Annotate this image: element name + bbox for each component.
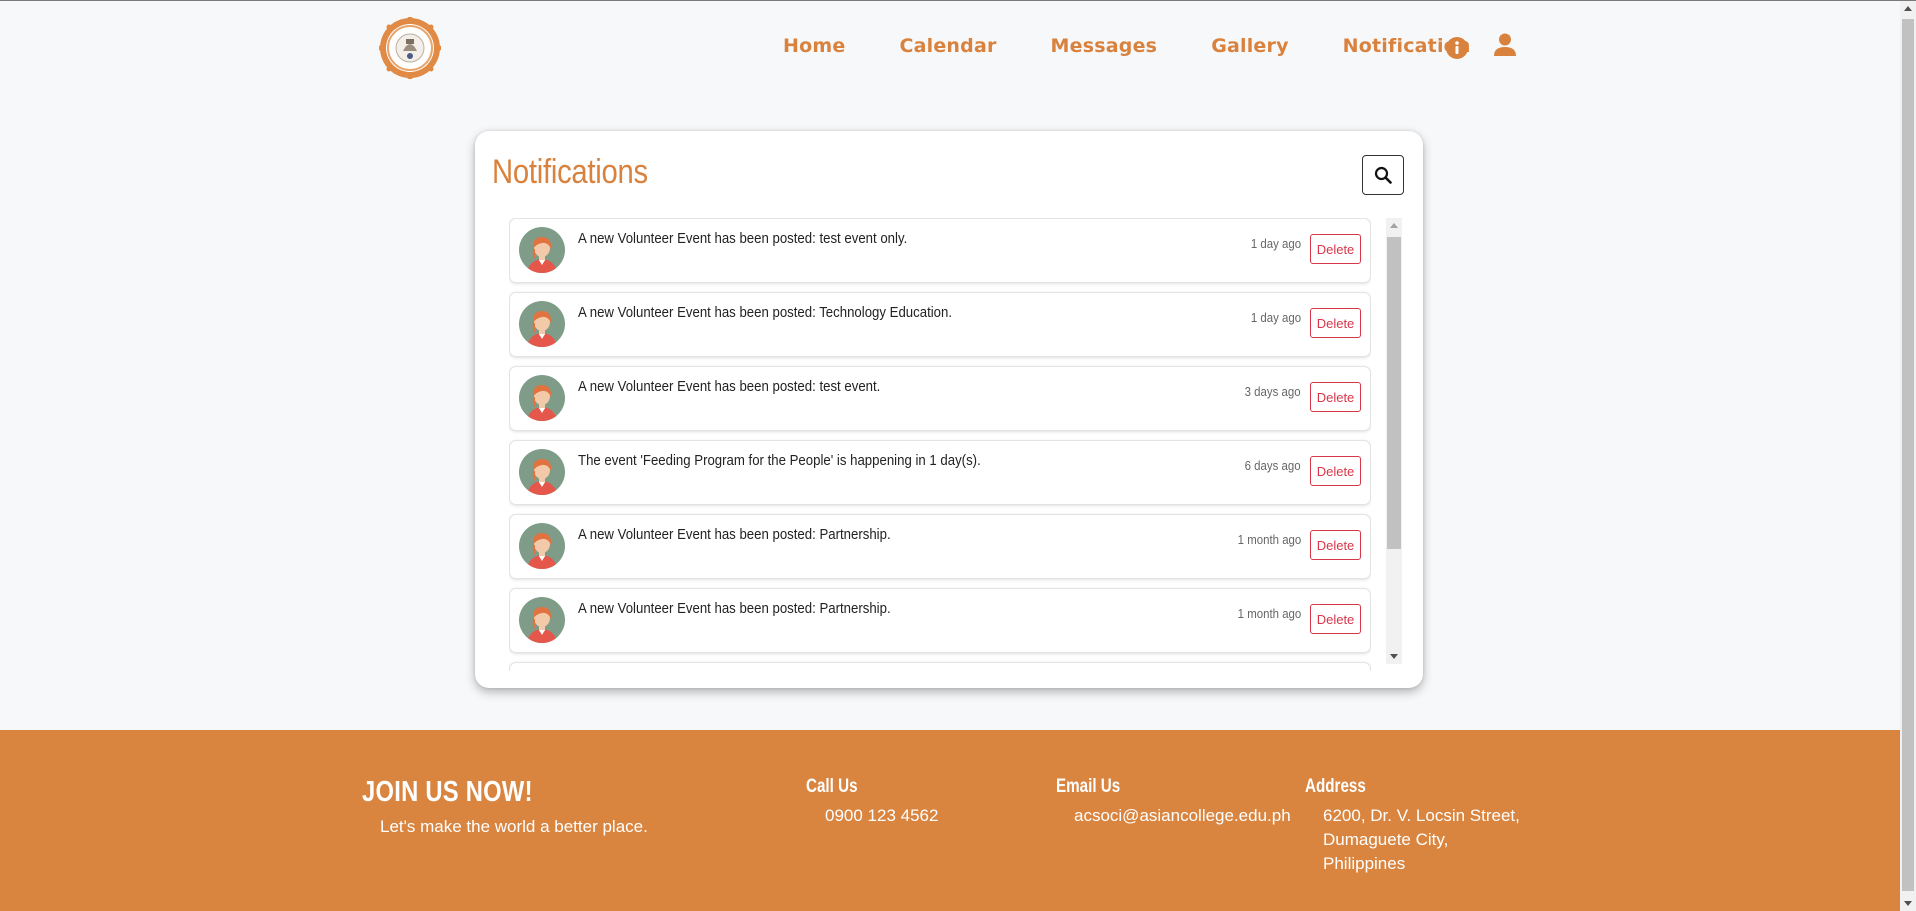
phone-number: 0900 123 4562 — [825, 806, 939, 825]
address-title: Address — [1305, 776, 1366, 797]
delete-button[interactable]: Delete — [1310, 456, 1361, 486]
notification-time: 1 month ago — [1237, 532, 1301, 547]
delete-button[interactable]: Delete — [1310, 382, 1361, 412]
nav-home[interactable]: Home — [783, 35, 845, 57]
notification-message: A new Volunteer Event has been posted: P… — [578, 526, 891, 543]
notification-time: 1 day ago — [1250, 236, 1301, 251]
notification-message: The event 'Feeding Program for the Peopl… — [578, 452, 981, 469]
notification-message: A new Volunteer Event has been posted: T… — [578, 304, 953, 321]
list-scrollbar[interactable] — [1386, 218, 1402, 664]
notification-item — [509, 662, 1371, 671]
nav-messages[interactable]: Messages — [1051, 35, 1158, 57]
notification-item: A new Volunteer Event has been posted: T… — [509, 292, 1371, 357]
avatar-icon — [519, 449, 565, 495]
search-button[interactable] — [1362, 155, 1404, 195]
page: Home Calendar Messages Gallery Notificat… — [0, 1, 1900, 911]
avatar-icon — [519, 523, 565, 569]
page-scroll-down-icon[interactable] — [1904, 901, 1912, 906]
notification-time: 1 day ago — [1250, 310, 1301, 325]
college-logo[interactable] — [378, 16, 442, 80]
footer: JOIN US NOW! Let's make the world a bett… — [0, 730, 1900, 911]
delete-button[interactable]: Delete — [1310, 530, 1361, 560]
email-address: acsoci@asiancollege.edu.ph — [1074, 806, 1291, 825]
scroll-up-icon[interactable] — [1390, 223, 1398, 228]
avatar-icon — [519, 375, 565, 421]
tagline: Let's make the world a better place. — [380, 817, 648, 836]
nav-calendar[interactable]: Calendar — [899, 35, 996, 57]
delete-button[interactable]: Delete — [1310, 234, 1361, 264]
notification-message: A new Volunteer Event has been posted: P… — [578, 600, 891, 617]
search-icon — [1374, 166, 1392, 184]
delete-button[interactable]: Delete — [1310, 308, 1361, 338]
notification-message: A new Volunteer Event has been posted: t… — [578, 378, 881, 395]
address: 6200, Dr. V. Locsin Street, Dumaguete Ci… — [1323, 804, 1520, 876]
info-icon[interactable] — [1445, 36, 1469, 60]
scroll-down-icon[interactable] — [1390, 654, 1398, 659]
page-scroll-up-icon[interactable] — [1904, 6, 1912, 11]
notification-item: A new Volunteer Event has been posted: P… — [509, 514, 1371, 579]
main-nav: Home Calendar Messages Gallery Notificat… — [783, 35, 1525, 57]
address-line: Philippines — [1323, 854, 1406, 873]
page-scroll-thumb[interactable] — [1902, 19, 1914, 891]
page-title: Notifications — [492, 153, 648, 191]
user-icon[interactable] — [1494, 33, 1516, 57]
scroll-thumb[interactable] — [1387, 237, 1401, 549]
notification-list[interactable]: A new Volunteer Event has been posted: t… — [509, 218, 1371, 671]
email-title: Email Us — [1056, 776, 1121, 797]
notification-item: A new Volunteer Event has been posted: t… — [509, 218, 1371, 283]
page-scrollbar[interactable] — [1900, 1, 1916, 911]
notification-item: A new Volunteer Event has been posted: P… — [509, 588, 1371, 653]
notification-item: The event 'Feeding Program for the Peopl… — [509, 440, 1371, 505]
notification-item: A new Volunteer Event has been posted: t… — [509, 366, 1371, 431]
avatar-icon — [519, 227, 565, 273]
avatar-icon — [519, 597, 565, 643]
notification-time: 1 month ago — [1237, 606, 1301, 621]
notification-time: 3 days ago — [1245, 384, 1301, 399]
address-line: Dumaguete City, — [1323, 830, 1449, 849]
address-line: 6200, Dr. V. Locsin Street, — [1323, 806, 1520, 825]
delete-button[interactable]: Delete — [1310, 604, 1361, 634]
notification-message: A new Volunteer Event has been posted: t… — [578, 230, 908, 247]
notifications-card: Notifications A new Volunteer Event has … — [475, 131, 1423, 688]
call-title: Call Us — [806, 776, 858, 797]
avatar-icon — [519, 301, 565, 347]
nav-gallery[interactable]: Gallery — [1211, 35, 1288, 57]
join-title: JOIN US NOW! — [362, 776, 533, 808]
notification-time: 6 days ago — [1245, 458, 1301, 473]
